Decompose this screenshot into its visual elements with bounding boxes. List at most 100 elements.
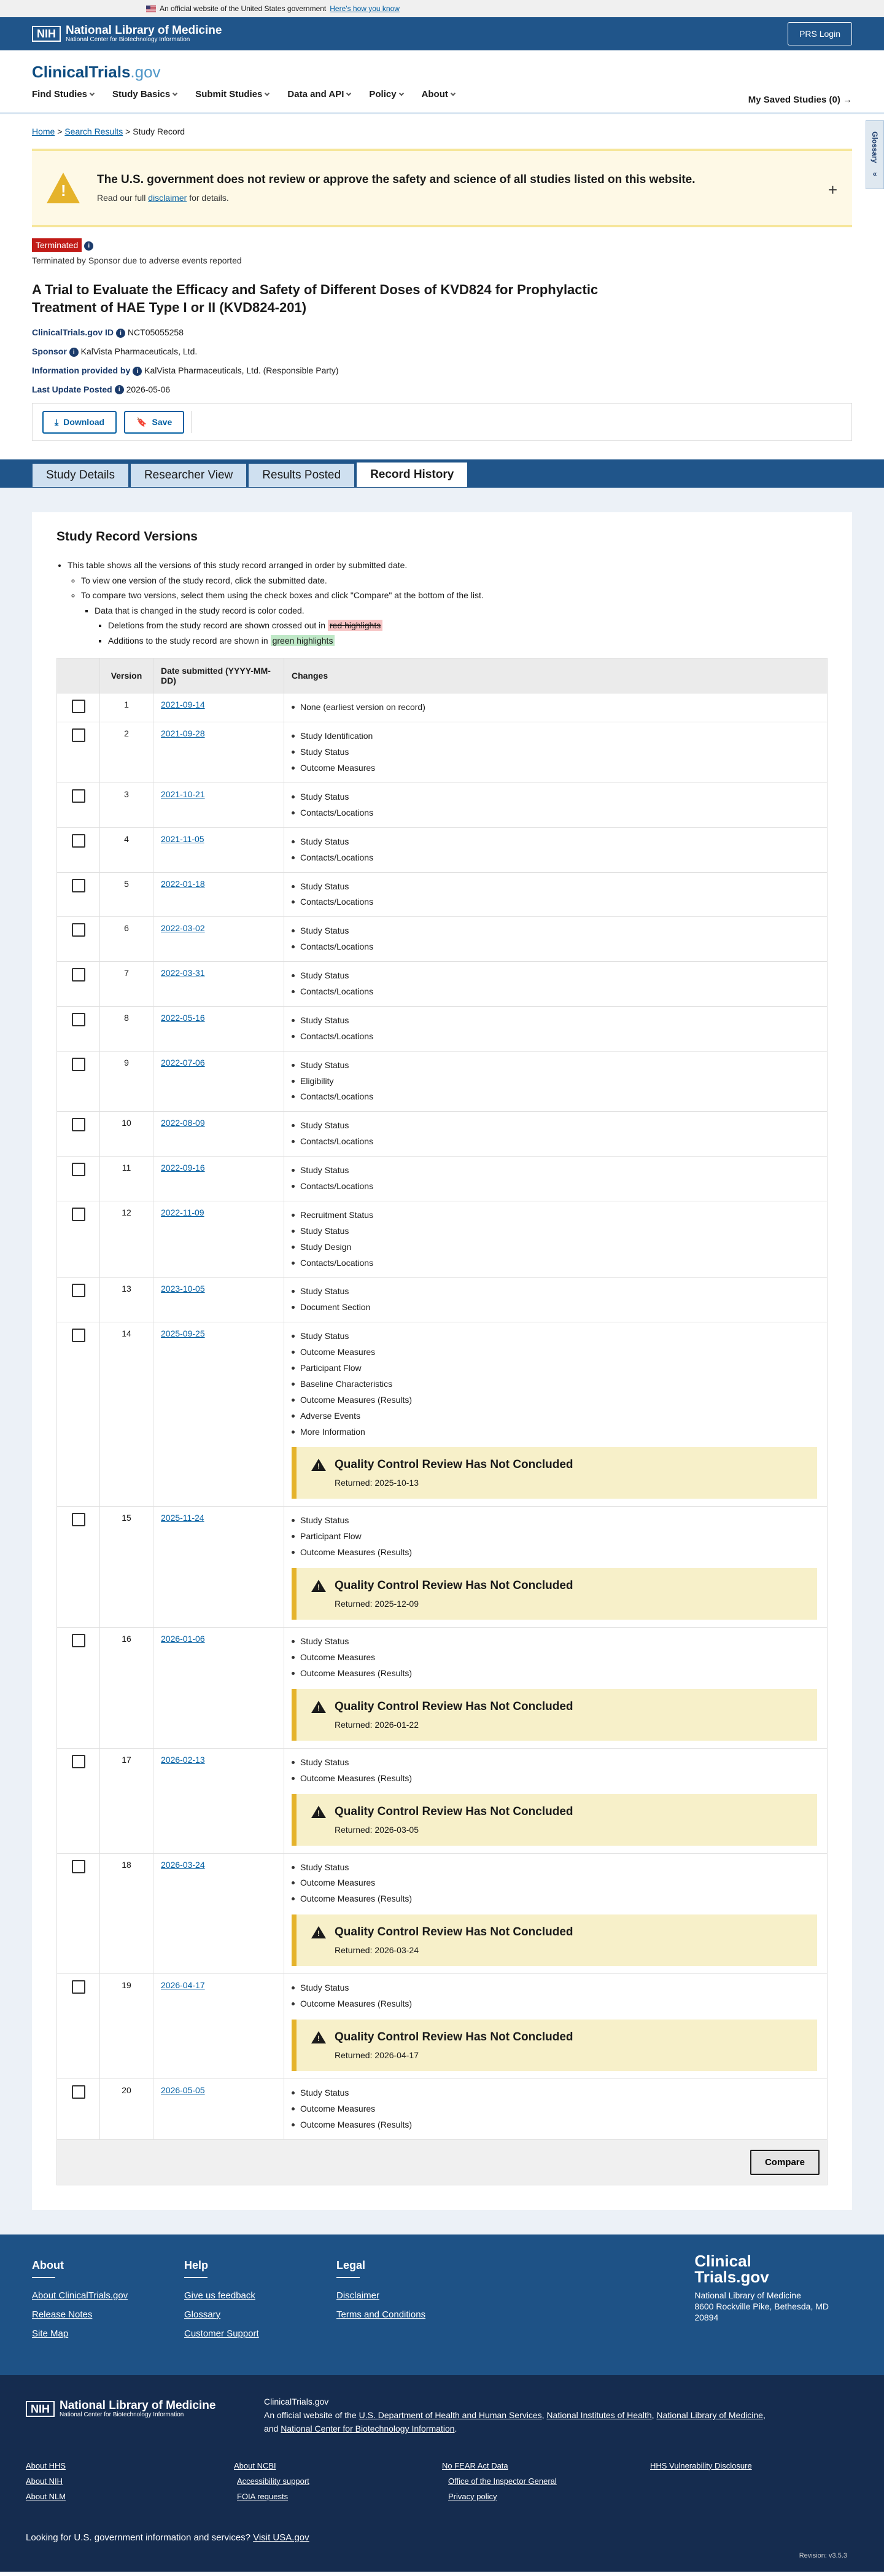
footer-link[interactable]: Office of the Inspector General: [448, 2476, 659, 2486]
footer-link[interactable]: Accessibility support: [237, 2476, 448, 2486]
version-checkbox[interactable]: [71, 878, 85, 892]
version-checkbox[interactable]: [71, 1859, 85, 1873]
clinicaltrials-logo[interactable]: ClinicalTrials.gov: [32, 50, 852, 82]
info-icon[interactable]: i: [69, 347, 79, 357]
footer-ct-logo: Clinical Trials.gov National Library of …: [694, 2253, 829, 2324]
heres-how-you-know-link[interactable]: Here's how you know: [330, 4, 400, 13]
submitted-date-link[interactable]: 2021-11-05: [161, 834, 204, 844]
nav-data-api[interactable]: Data and API: [287, 89, 352, 100]
version-checkbox[interactable]: [71, 833, 85, 848]
my-saved-studies-link[interactable]: My Saved Studies (0) →: [748, 95, 852, 105]
ncbi-subtitle: National Center for Biotechnology Inform…: [66, 36, 190, 43]
expand-plus-icon[interactable]: +: [828, 181, 837, 200]
download-button[interactable]: ⤓ Download: [42, 410, 117, 434]
nlm-link[interactable]: National Library of Medicine: [656, 2410, 763, 2420]
version-checkbox[interactable]: [71, 1513, 85, 1527]
prs-login-button[interactable]: PRS Login: [788, 22, 852, 45]
nlm-footer-logo[interactable]: NIH National Library of Medicine Nationa…: [26, 2400, 215, 2419]
footer-link[interactable]: Disclaimer: [336, 2290, 425, 2301]
nav-find-studies[interactable]: Find Studies: [32, 89, 95, 100]
footer-link[interactable]: FOIA requests: [237, 2492, 448, 2501]
nlm-logo[interactable]: NIH National Library of Medicine Nationa…: [32, 25, 222, 44]
version-checkbox[interactable]: [71, 1284, 85, 1298]
footer-link[interactable]: HHS Vulnerability Disclosure: [650, 2461, 858, 2470]
ncbi-link[interactable]: National Center for Biotechnology Inform…: [281, 2424, 454, 2434]
footer-link[interactable]: No FEAR Act Data: [442, 2461, 650, 2470]
tab-record-history[interactable]: Record History: [356, 462, 468, 488]
info-icon[interactable]: i: [116, 328, 126, 338]
table-row: 10 2022-08-09 Study Status Contacts/Locatio…: [56, 1111, 828, 1157]
tab-researcher-view[interactable]: Researcher View: [130, 463, 247, 488]
submitted-date-link[interactable]: 2025-09-25: [161, 1329, 205, 1338]
disclaimer-link[interactable]: disclaimer: [148, 193, 187, 203]
breadcrumb-search-results[interactable]: Search Results: [64, 127, 123, 136]
footer-link[interactable]: About NIH: [26, 2476, 237, 2486]
tab-results-posted[interactable]: Results Posted: [248, 463, 355, 488]
version-checkbox[interactable]: [71, 968, 85, 982]
info-icon[interactable]: i: [133, 366, 142, 376]
warning-icon: !: [311, 1580, 326, 1593]
submitted-date-link[interactable]: 2026-04-17: [161, 1980, 205, 1990]
version-checkbox[interactable]: [71, 1754, 85, 1768]
submitted-date-link[interactable]: 2026-03-24: [161, 1860, 205, 1870]
submitted-date-link[interactable]: 2022-11-09: [161, 1208, 204, 1217]
footer-link[interactable]: Customer Support: [184, 2328, 259, 2339]
footer-link[interactable]: About HHS: [26, 2461, 234, 2470]
hhs-link[interactable]: U.S. Department of Health and Human Serv…: [359, 2410, 542, 2420]
submitted-date-link[interactable]: 2022-01-18: [161, 879, 205, 889]
breadcrumb-home[interactable]: Home: [32, 127, 55, 136]
submitted-date-link[interactable]: 2021-09-28: [161, 728, 205, 738]
version-checkbox[interactable]: [71, 1057, 85, 1071]
version-checkbox[interactable]: [71, 1329, 85, 1343]
nav-submit-studies[interactable]: Submit Studies: [195, 89, 270, 100]
status-note: Terminated by Sponsor due to adverse eve…: [32, 256, 242, 265]
submitted-date-link[interactable]: 2021-10-21: [161, 789, 205, 799]
save-button[interactable]: 🔖 Save: [124, 410, 185, 434]
usa-gov-link[interactable]: Visit USA.gov: [253, 2532, 309, 2543]
footer-link[interactable]: About NLM: [26, 2492, 237, 2501]
version-checkbox[interactable]: [71, 1012, 85, 1026]
info-icon[interactable]: i: [114, 385, 124, 395]
footer-link[interactable]: Release Notes: [32, 2309, 128, 2320]
footer-link[interactable]: Terms and Conditions: [336, 2309, 425, 2320]
version-checkbox[interactable]: [71, 700, 85, 714]
version-checkbox[interactable]: [71, 789, 85, 803]
version-checkbox[interactable]: [71, 728, 85, 743]
submitted-date-link[interactable]: 2022-03-31: [161, 968, 205, 978]
footer-link[interactable]: About NCBI: [234, 2461, 442, 2470]
submitted-date-link[interactable]: 2023-10-05: [161, 1284, 205, 1294]
footer-link[interactable]: About ClinicalTrials.gov: [32, 2290, 128, 2301]
nav-about[interactable]: About: [422, 89, 456, 100]
nav-policy[interactable]: Policy: [369, 89, 404, 100]
meta-provided: Information provided by i KalVista Pharma…: [32, 365, 852, 376]
submitted-date-link[interactable]: 2022-07-06: [161, 1058, 205, 1067]
info-icon[interactable]: i: [84, 241, 94, 251]
version-checkbox[interactable]: [71, 1118, 85, 1132]
compare-button[interactable]: Compare: [750, 2149, 820, 2175]
version-checkbox[interactable]: [71, 1980, 85, 1994]
footer-link[interactable]: Site Map: [32, 2328, 128, 2339]
footer-link[interactable]: Privacy policy: [448, 2492, 659, 2501]
glossary-side-tab[interactable]: Glossary «: [866, 120, 884, 189]
version-checkbox[interactable]: [71, 1207, 85, 1221]
submitted-date-link[interactable]: 2021-09-14: [161, 700, 205, 709]
submitted-date-link[interactable]: 2022-08-09: [161, 1118, 205, 1128]
nav-study-basics[interactable]: Study Basics: [112, 89, 178, 100]
submitted-date-link[interactable]: 2026-02-13: [161, 1755, 205, 1765]
submitted-date-link[interactable]: 2022-03-02: [161, 923, 205, 933]
tab-study-details[interactable]: Study Details: [32, 463, 129, 488]
submitted-date-link[interactable]: 2026-01-06: [161, 1634, 205, 1644]
submitted-date-link[interactable]: 2022-09-16: [161, 1163, 205, 1173]
footer-link[interactable]: Give us feedback: [184, 2290, 259, 2301]
nih-link[interactable]: National Institutes of Health: [546, 2410, 651, 2420]
submitted-date-link[interactable]: 2025-11-24: [161, 1513, 204, 1523]
version-checkbox[interactable]: [71, 2085, 85, 2099]
changes-cell: Study Status Outcome Measures (Results)! Q…: [284, 1973, 828, 2080]
footer-link[interactable]: Glossary: [184, 2309, 259, 2320]
version-checkbox[interactable]: [71, 923, 85, 937]
submitted-date-link[interactable]: 2026-05-05: [161, 2085, 205, 2095]
disclaimer-text-pre: Read our full: [97, 193, 146, 203]
submitted-date-link[interactable]: 2022-05-16: [161, 1013, 205, 1023]
version-checkbox[interactable]: [71, 1634, 85, 1648]
version-checkbox[interactable]: [71, 1163, 85, 1177]
